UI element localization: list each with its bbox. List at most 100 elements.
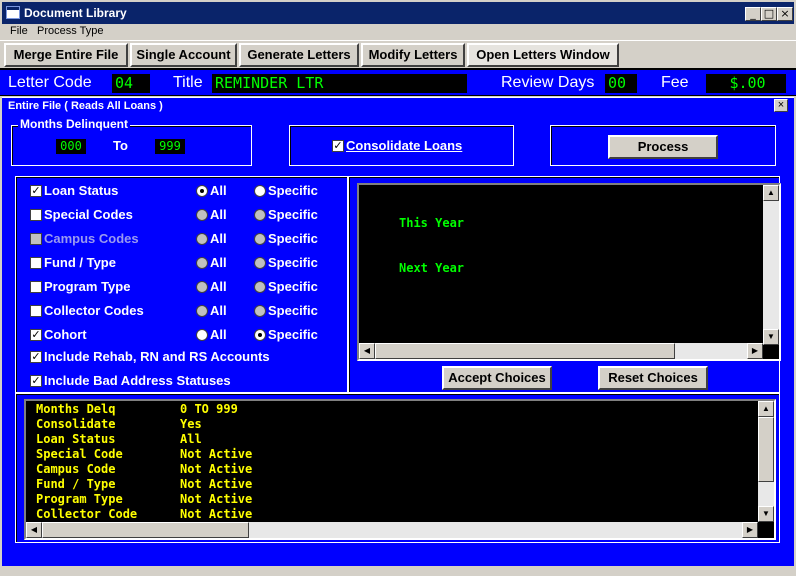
- reset-choices-label: Reset Choices: [608, 370, 698, 385]
- summary-row: Loan Status All: [36, 432, 252, 447]
- special-codes-specific-label: Specific: [268, 207, 318, 222]
- campus-codes-specific-label: Specific: [268, 231, 318, 246]
- fund-type-checkbox[interactable]: [30, 257, 42, 269]
- menubar: File Process Type: [0, 24, 796, 40]
- summary-horizontal-scrollbar[interactable]: ◀ ▶: [26, 522, 758, 538]
- collector-codes-specific-radio[interactable]: [254, 305, 266, 317]
- menu-file[interactable]: File: [10, 25, 28, 37]
- summary-value: Not Active: [180, 477, 253, 491]
- campus-codes-specific-radio[interactable]: [254, 233, 266, 245]
- choices-horizontal-scrollbar[interactable]: ◀ ▶: [359, 343, 763, 359]
- fee-label: Fee: [661, 74, 689, 91]
- window-title: Document Library: [24, 6, 127, 20]
- cohort-label: Cohort: [44, 327, 87, 342]
- summary-key: Consolidate: [36, 417, 116, 431]
- open-letters-window-button[interactable]: Open Letters Window: [467, 43, 619, 67]
- program-type-all-radio[interactable]: [196, 281, 208, 293]
- fund-type-label: Fund / Type: [44, 255, 116, 270]
- main-panel: Months Delinquent 000 To 999 ✓ Consolida…: [2, 115, 794, 566]
- choices-listbox[interactable]: This Year Next Year ▲ ▼ ◀ ▶: [357, 183, 781, 361]
- summary-row: Fund / Type Not Active: [36, 477, 252, 492]
- include-rehab-label: Include Rehab, RN and RS Accounts: [44, 349, 270, 364]
- choice-item[interactable]: Next Year: [399, 261, 464, 276]
- scroll-up-arrow-icon[interactable]: ▲: [763, 185, 779, 201]
- subwindow-titlebar: Entire File ( Reads All Loans ) ×: [2, 97, 794, 115]
- scroll-left-arrow-icon[interactable]: ◀: [359, 343, 375, 359]
- collector-codes-label: Collector Codes: [44, 303, 144, 318]
- months-delinquent-group: Months Delinquent 000 To 999: [11, 117, 252, 166]
- menu-process-type[interactable]: Process Type: [37, 25, 103, 37]
- months-from-field[interactable]: 000: [56, 139, 86, 154]
- loan-status-specific-radio[interactable]: [254, 185, 266, 197]
- scroll-right-arrow-icon[interactable]: ▶: [747, 343, 763, 359]
- program-type-checkbox[interactable]: [30, 281, 42, 293]
- program-type-specific-radio[interactable]: [254, 281, 266, 293]
- review-days-field[interactable]: 00: [605, 74, 637, 93]
- loan-status-all-radio[interactable]: [196, 185, 208, 197]
- collector-codes-all-label: All: [210, 303, 227, 318]
- months-to-field[interactable]: 999: [155, 139, 185, 154]
- scroll-up-arrow-icon[interactable]: ▲: [758, 401, 774, 417]
- reset-choices-button[interactable]: Reset Choices: [598, 366, 708, 390]
- letter-code-field[interactable]: 04: [112, 74, 150, 93]
- summary-key: Loan Status: [36, 432, 116, 446]
- summary-listbox[interactable]: Months Delq 0 TO 999 Consolidate Yes Loan St…: [24, 399, 776, 540]
- process-button[interactable]: Process: [608, 135, 718, 159]
- scroll-right-arrow-icon[interactable]: ▶: [742, 522, 758, 538]
- single-account-button[interactable]: Single Account: [130, 43, 237, 67]
- consolidate-loans-label: Consolidate Loans: [346, 138, 463, 153]
- summary-key: Months Delq: [36, 402, 116, 416]
- special-codes-checkbox[interactable]: [30, 209, 42, 221]
- summary-vertical-scrollbar[interactable]: ▲ ▼: [758, 401, 774, 522]
- review-days-label: Review Days: [501, 74, 595, 91]
- to-label: To: [113, 138, 128, 153]
- program-type-label: Program Type: [44, 279, 131, 294]
- campus-codes-checkbox[interactable]: [30, 233, 42, 245]
- fund-type-specific-radio[interactable]: [254, 257, 266, 269]
- title-label: Title: [173, 74, 203, 91]
- accept-choices-button[interactable]: Accept Choices: [442, 366, 552, 390]
- fee-field[interactable]: $.00: [706, 74, 786, 93]
- loan-status-checkbox[interactable]: ✓: [30, 185, 42, 197]
- scroll-thumb[interactable]: [42, 522, 249, 538]
- include-rehab-checkbox[interactable]: ✓: [30, 351, 42, 363]
- cohort-checkbox[interactable]: ✓: [30, 329, 42, 341]
- summary-key: Fund / Type: [36, 477, 116, 491]
- summary-value: All: [180, 432, 202, 446]
- scroll-left-arrow-icon[interactable]: ◀: [26, 522, 42, 538]
- merge-entire-file-button[interactable]: Merge Entire File: [4, 43, 128, 67]
- choices-group: This Year Next Year ▲ ▼ ◀ ▶ Accept Choic…: [348, 176, 781, 393]
- scroll-down-arrow-icon[interactable]: ▼: [758, 506, 774, 522]
- include-bad-address-checkbox[interactable]: ✓: [30, 375, 42, 387]
- choice-item[interactable]: This Year: [399, 216, 464, 231]
- special-codes-specific-radio[interactable]: [254, 209, 266, 221]
- generate-letters-button[interactable]: Generate Letters: [239, 43, 359, 67]
- summary-row: Campus Code Not Active: [36, 462, 252, 477]
- consolidate-loans-checkbox[interactable]: ✓: [332, 140, 344, 152]
- subwindow-close-button[interactable]: ×: [774, 99, 788, 112]
- maximize-button[interactable]: □: [761, 7, 777, 21]
- scroll-thumb[interactable]: [375, 343, 675, 359]
- window-titlebar[interactable]: Document Library _ □ ×: [0, 0, 796, 24]
- campus-codes-all-radio[interactable]: [196, 233, 208, 245]
- summary-list: Months Delq 0 TO 999 Consolidate Yes Loan St…: [36, 402, 252, 522]
- cohort-all-label: All: [210, 327, 227, 342]
- modify-letters-button[interactable]: Modify Letters: [361, 43, 465, 67]
- choices-vertical-scrollbar[interactable]: ▲ ▼: [763, 185, 779, 345]
- scroll-thumb[interactable]: [758, 417, 774, 482]
- collector-codes-checkbox[interactable]: [30, 305, 42, 317]
- summary-key: Campus Code: [36, 462, 116, 476]
- minimize-button[interactable]: _: [745, 7, 761, 21]
- loan-status-label: Loan Status: [44, 183, 119, 198]
- fund-type-all-radio[interactable]: [196, 257, 208, 269]
- collector-codes-all-radio[interactable]: [196, 305, 208, 317]
- cohort-specific-radio[interactable]: [254, 329, 266, 341]
- summary-row: Collector Code Not Active: [36, 507, 252, 522]
- scroll-down-arrow-icon[interactable]: ▼: [763, 329, 779, 345]
- special-codes-all-radio[interactable]: [196, 209, 208, 221]
- cohort-all-radio[interactable]: [196, 329, 208, 341]
- summary-key: Special Code: [36, 447, 123, 461]
- campus-codes-label: Campus Codes: [44, 231, 139, 246]
- close-button[interactable]: ×: [777, 7, 793, 21]
- title-field[interactable]: REMINDER LTR: [212, 74, 467, 93]
